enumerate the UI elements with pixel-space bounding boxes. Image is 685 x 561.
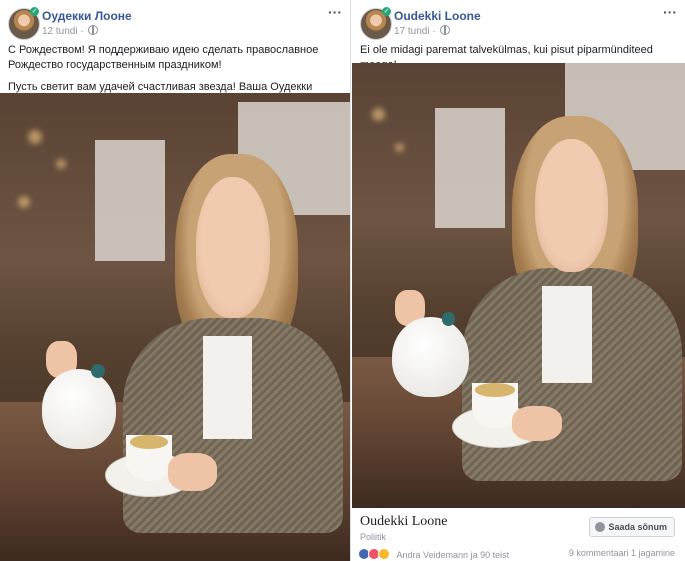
author-name-link[interactable]: Оудекки Лооне xyxy=(42,9,132,23)
shares-count-link[interactable]: 1 jagamine xyxy=(631,548,675,558)
post-header: ✓ Oudekki Loone 17 tundi · ··· xyxy=(352,0,685,40)
post-card-right: ✓ Oudekki Loone 17 tundi · ··· Ei ole mi… xyxy=(352,0,685,561)
author-name-link[interactable]: Oudekki Loone xyxy=(394,9,481,23)
post-header: ✓ Оудекки Лооне 12 tundi · ··· xyxy=(0,0,350,40)
teapot-lid xyxy=(441,312,456,326)
reactors-link[interactable]: Andra Veidemann ja 90 teist xyxy=(397,550,510,560)
more-options-icon[interactable]: ··· xyxy=(663,4,677,20)
post-timestamp[interactable]: 17 tundi · xyxy=(394,25,451,37)
post-photo[interactable] xyxy=(352,63,685,508)
woman-face xyxy=(535,138,609,273)
bokeh-light xyxy=(56,158,66,169)
teapot xyxy=(391,316,469,397)
engagement-counts: 9 kommentaari 1 jagamine xyxy=(569,548,675,558)
background-window xyxy=(94,139,165,262)
post-timestamp[interactable]: 12 tundi · xyxy=(42,25,99,37)
post-paragraph: С Рождеством! Я поддерживаю идею сделать… xyxy=(8,44,319,71)
more-options-icon[interactable]: ··· xyxy=(328,4,342,20)
verified-badge-icon: ✓ xyxy=(30,7,39,16)
woman-hand xyxy=(511,405,562,442)
send-message-label: Saada sõnum xyxy=(608,522,667,532)
timestamp-text[interactable]: 17 tundi xyxy=(394,26,430,37)
verified-badge-icon: ✓ xyxy=(382,7,391,16)
bokeh-light xyxy=(17,195,30,208)
timestamp-text[interactable]: 12 tundi xyxy=(42,26,78,37)
woman-face xyxy=(196,177,270,318)
globe-icon[interactable] xyxy=(88,25,99,35)
background-window xyxy=(435,107,506,228)
comments-count-link[interactable]: 9 kommentaari xyxy=(569,548,629,558)
post-card-left: ✓ Оудекки Лооне 12 tundi · ··· С Рождест… xyxy=(0,0,351,561)
teapot xyxy=(42,369,116,449)
bokeh-light xyxy=(371,107,385,121)
woman-blouse xyxy=(541,285,592,384)
woman-blouse xyxy=(203,336,252,440)
woman-hand xyxy=(168,453,217,491)
wow-reaction-icon[interactable] xyxy=(378,548,390,560)
page-name[interactable]: Oudekki Loone xyxy=(360,514,447,530)
send-message-button[interactable]: Saada sõnum xyxy=(589,517,675,537)
post-photo[interactable] xyxy=(0,93,350,561)
messenger-icon xyxy=(595,522,606,532)
tea xyxy=(475,383,516,397)
page-category: Poliitik xyxy=(360,532,387,542)
reactions-bar: Andra Veidemann ja 90 teist 9 kommentaar… xyxy=(358,548,679,561)
tea xyxy=(129,434,168,449)
globe-icon[interactable] xyxy=(440,25,451,35)
